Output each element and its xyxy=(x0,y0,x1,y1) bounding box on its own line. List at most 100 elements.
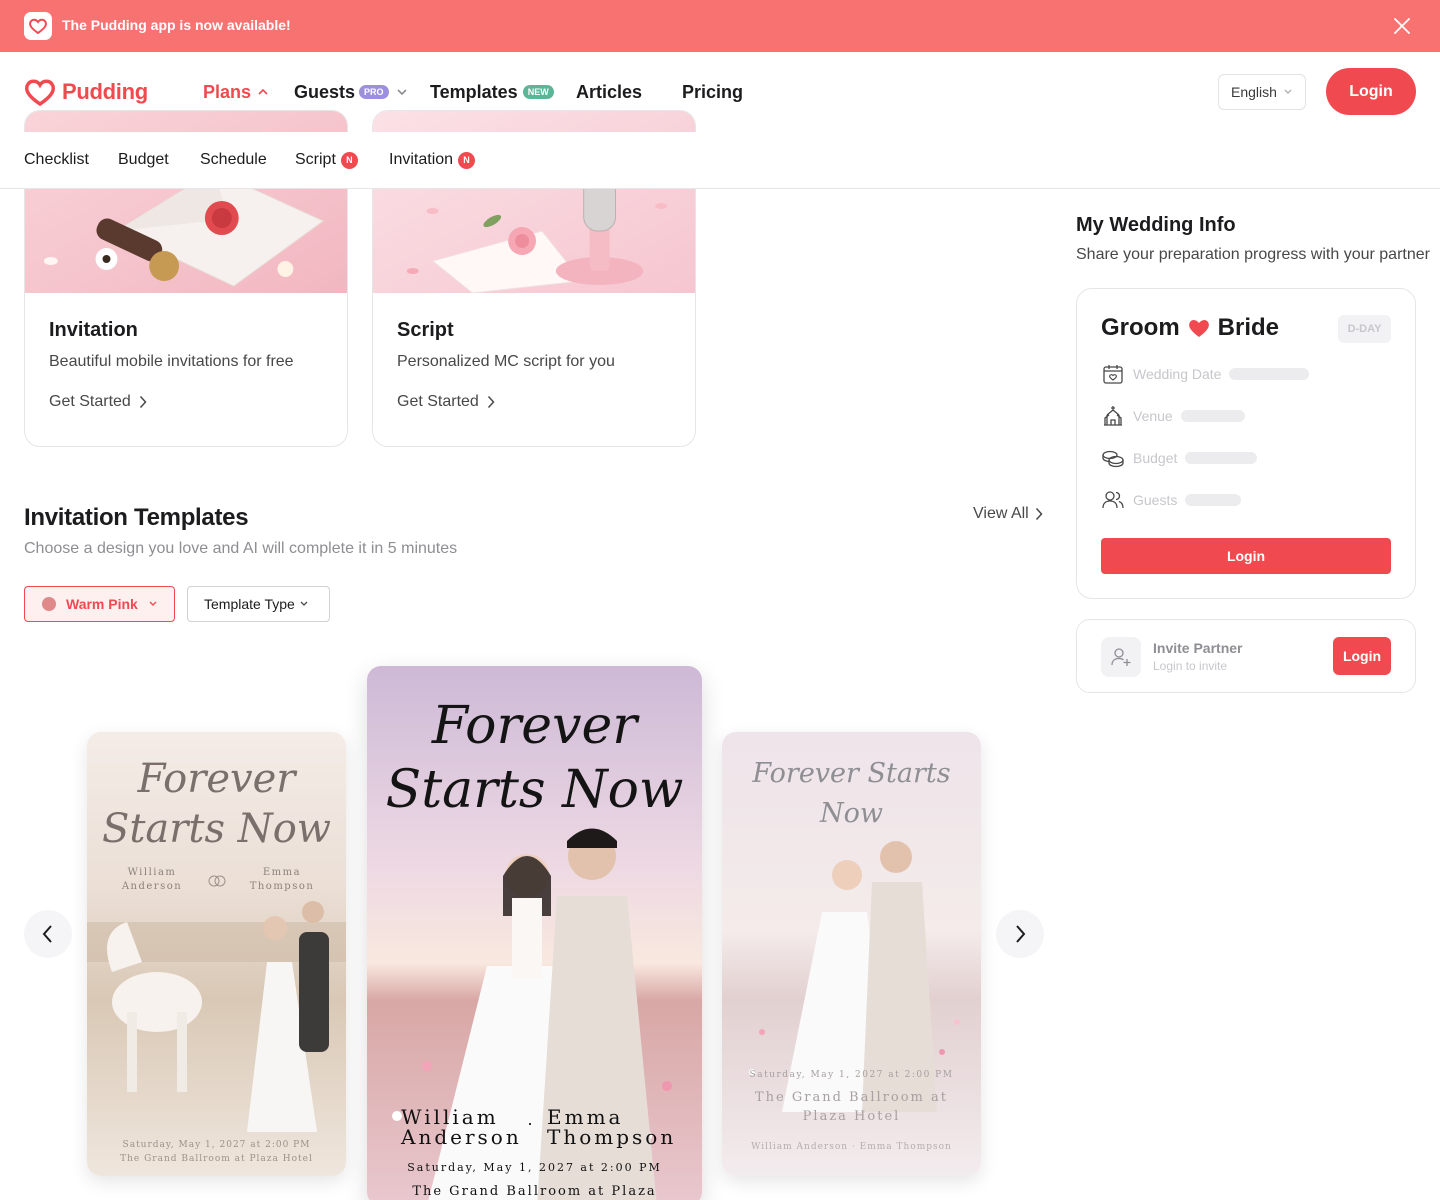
chevron-right-icon xyxy=(1035,507,1043,521)
info-row-wedding-date: Wedding Date xyxy=(1101,362,1310,386)
groom-name: William Anderson xyxy=(121,867,183,892)
get-started-label: Get Started xyxy=(397,393,479,410)
calendar-heart-icon xyxy=(1103,365,1123,384)
bride-label: Bride xyxy=(1217,314,1280,341)
chevron-left-icon xyxy=(42,925,52,943)
nav-templates-label: Templates xyxy=(430,81,518,102)
sidebar-title: My Wedding Info xyxy=(1076,214,1236,236)
invite-partner-login-button[interactable]: Login xyxy=(1333,637,1391,675)
couple-names: William Anderson · Emma Thompson xyxy=(751,1142,952,1152)
template-type-label: Template Type xyxy=(204,596,295,612)
heart-icon xyxy=(1188,320,1209,337)
new-dot-badge: N xyxy=(340,151,358,169)
template-type-dropdown[interactable]: Template Type xyxy=(187,586,330,622)
sidebar-login-button[interactable]: Login xyxy=(1101,538,1391,574)
couple-names: Groom Bride xyxy=(1101,314,1279,342)
view-all-link[interactable]: View All xyxy=(973,505,1043,523)
placeholder-skeleton xyxy=(1185,494,1242,506)
template-script-title-line1: Forever xyxy=(431,696,638,756)
placeholder-skeleton xyxy=(1229,368,1310,380)
carousel-prev-button[interactable] xyxy=(24,910,72,958)
feature-title: Script xyxy=(397,319,454,341)
info-row-venue: Venue xyxy=(1101,404,1245,428)
nav-plans[interactable]: Plans xyxy=(203,80,269,104)
coins-icon xyxy=(1102,450,1124,468)
feature-description: Personalized MC script for you xyxy=(397,353,615,370)
chevron-down-icon xyxy=(396,89,407,96)
feature-title: Invitation xyxy=(49,319,138,341)
subnav-budget[interactable]: Budget xyxy=(118,151,169,169)
subnav-checklist[interactable]: Checklist xyxy=(24,151,89,169)
color-filter-dropdown[interactable]: Warm Pink xyxy=(24,586,175,622)
template-card-featured[interactable]: Forever Starts Now William Anderson · Em… xyxy=(367,666,702,1200)
chevron-up-icon xyxy=(258,88,268,95)
name-separator-dot-icon: · xyxy=(527,1113,533,1133)
brand-logo[interactable]: Pudding xyxy=(24,78,148,106)
color-filter-label: Warm Pink xyxy=(66,596,138,612)
event-date: Saturday, May 1, 2027 at 2:00 PM xyxy=(749,1070,954,1080)
nav-articles[interactable]: Articles xyxy=(576,80,642,104)
carousel-next-button[interactable] xyxy=(996,910,1044,958)
nav-pricing-label: Pricing xyxy=(682,81,744,102)
nav-guests[interactable]: Guests PRO xyxy=(294,80,408,104)
banner-text: The Pudding app is now available! xyxy=(62,17,291,33)
event-venue: The Grand Ballroom at Plaza Hotel xyxy=(755,1090,948,1124)
heart-logo-icon xyxy=(24,79,56,106)
section-title: Invitation Templates xyxy=(24,504,249,531)
dday-badge: D-DAY xyxy=(1338,315,1391,343)
groom-last-name: Anderson xyxy=(401,1125,522,1149)
info-row-label: Wedding Date xyxy=(1133,366,1222,382)
bride-name: Emma Thompson xyxy=(249,867,315,892)
section-subtitle: Choose a design you love and AI will com… xyxy=(24,540,458,557)
event-venue: The Grand Ballroom at Plaza xyxy=(412,1184,657,1199)
placeholder-skeleton xyxy=(1185,452,1258,464)
nav-articles-label: Articles xyxy=(576,81,643,102)
event-date: Saturday, May 1, 2027 at 2:00 PM xyxy=(407,1161,662,1174)
header-login-button[interactable]: Login xyxy=(1326,68,1416,115)
invite-partner-subtitle: Login to invite xyxy=(1153,659,1228,673)
color-swatch xyxy=(42,597,56,611)
subnav-script[interactable]: Script N xyxy=(295,151,358,169)
chevron-right-icon xyxy=(139,395,147,409)
new-badge: NEW xyxy=(522,85,554,99)
nav-pricing[interactable]: Pricing xyxy=(682,80,743,104)
get-started-link[interactable]: Get Started xyxy=(49,393,147,411)
event-date: Saturday, May 1, 2027 at 2:00 PM xyxy=(122,1140,311,1150)
chevron-down-icon xyxy=(149,601,157,606)
subnav-label: Script xyxy=(295,151,336,168)
info-row-budget: Budget xyxy=(1101,446,1258,470)
pro-badge: PRO xyxy=(359,85,389,99)
view-all-label: View All xyxy=(973,505,1029,522)
brand-name: Pudding xyxy=(62,79,148,104)
chevron-down-icon xyxy=(300,601,308,606)
template-script-title: Forever Starts Now xyxy=(101,756,332,852)
close-icon[interactable] xyxy=(1390,14,1414,38)
pudding-logo-icon xyxy=(24,12,52,40)
language-select[interactable]: English xyxy=(1218,74,1306,110)
event-venue: The Grand Ballroom at Plaza Hotel xyxy=(120,1154,313,1164)
nav-plans-label: Plans xyxy=(203,81,252,102)
subnav-label: Checklist xyxy=(24,151,89,168)
info-row-label: Budget xyxy=(1133,450,1178,466)
feature-description: Beautiful mobile invitations for free xyxy=(49,353,294,370)
info-row-label: Venue xyxy=(1133,408,1173,424)
subnav-schedule[interactable]: Schedule xyxy=(200,151,267,169)
new-dot-badge: N xyxy=(458,151,476,169)
template-script-title-line2: Starts Now xyxy=(385,760,684,820)
subnav-label: Budget xyxy=(118,151,169,168)
get-started-link[interactable]: Get Started xyxy=(397,393,495,411)
nav-templates[interactable]: Templates NEW xyxy=(430,80,554,104)
nav-guests-label: Guests xyxy=(294,81,356,102)
info-row-guests: Guests xyxy=(1101,488,1242,512)
template-card[interactable]: Forever Starts Now Saturday, May 1, 2027… xyxy=(722,732,981,1176)
get-started-label: Get Started xyxy=(49,393,131,410)
chevron-down-icon xyxy=(1284,89,1292,94)
placeholder-skeleton xyxy=(1180,410,1245,422)
subnav-invitation[interactable]: Invitation N xyxy=(389,151,476,169)
groom-label: Groom xyxy=(1101,314,1180,341)
guests-icon xyxy=(1102,491,1124,509)
template-script-title: Forever Starts Now xyxy=(752,758,951,829)
template-card[interactable]: Forever Starts Now William Anderson Emma… xyxy=(87,732,346,1176)
language-label: English xyxy=(1231,84,1277,100)
chevron-right-icon xyxy=(1016,925,1026,943)
